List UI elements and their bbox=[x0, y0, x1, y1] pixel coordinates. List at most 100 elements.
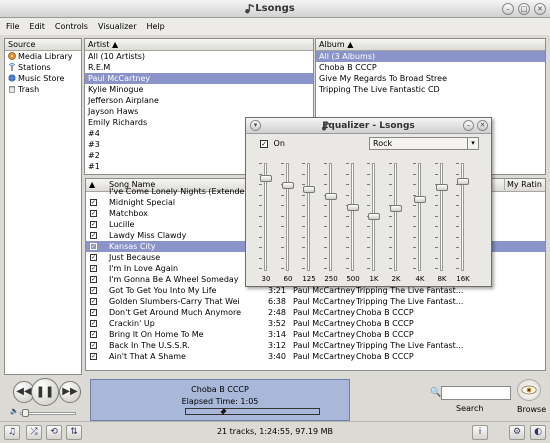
eq-slider-125[interactable] bbox=[302, 163, 316, 271]
table-row[interactable]: ✓ Don't Get Around Much Anymore 2:48 Paul M… bbox=[86, 307, 545, 318]
source-item-media-library[interactable]: Media Library bbox=[5, 51, 81, 62]
equalizer-minimize-button[interactable]: – bbox=[463, 120, 474, 131]
eq-knob[interactable] bbox=[260, 175, 272, 182]
equalizer-close-button[interactable]: ✕ bbox=[477, 120, 488, 131]
source-item-music-store[interactable]: Music Store bbox=[5, 73, 81, 84]
eq-knob[interactable] bbox=[303, 186, 315, 193]
eq-slider-8K[interactable] bbox=[435, 163, 449, 271]
eq-slider-16K[interactable] bbox=[456, 163, 470, 271]
play-pause-button[interactable]: ❚❚ bbox=[31, 378, 59, 406]
eq-knob[interactable] bbox=[457, 178, 469, 185]
eq-tick bbox=[281, 215, 284, 217]
song-checkbox[interactable]: ✓ bbox=[90, 221, 97, 228]
eq-tick bbox=[435, 194, 438, 196]
settings-button[interactable]: ⚙ bbox=[509, 425, 525, 440]
table-row[interactable]: ✓ Crackin' Up 3:52 Paul McCartney Choba B CC… bbox=[86, 318, 545, 329]
eq-slider-30[interactable] bbox=[259, 163, 273, 271]
progress-knob[interactable] bbox=[220, 408, 227, 415]
song-checkbox[interactable]: ✓ bbox=[90, 210, 97, 217]
eq-knob[interactable] bbox=[390, 205, 402, 212]
browse-button[interactable] bbox=[517, 379, 541, 401]
eq-slider-2K[interactable] bbox=[389, 163, 403, 271]
eq-slider-4K[interactable] bbox=[413, 163, 427, 271]
table-row[interactable]: ✓ Back In The U.S.S.R. 3:12 Paul McCartney T… bbox=[86, 340, 545, 351]
song-checkbox[interactable]: ✓ bbox=[90, 342, 97, 349]
song-checkbox[interactable]: ✓ bbox=[90, 254, 97, 261]
menu-file[interactable]: File bbox=[6, 22, 19, 31]
eq-slider-250[interactable] bbox=[324, 163, 338, 271]
song-checkbox[interactable]: ✓ bbox=[90, 287, 97, 294]
eq-knob[interactable] bbox=[368, 213, 380, 220]
eq-tick bbox=[324, 215, 327, 217]
table-row[interactable]: ✓ Golden Slumbers-Carry That Wei 6:38 Paul … bbox=[86, 296, 545, 307]
album-item-selected[interactable]: All (3 Albums) bbox=[316, 51, 545, 62]
artist-item[interactable]: Kylie Minogue bbox=[85, 84, 313, 95]
song-checkbox[interactable]: ✓ bbox=[90, 309, 97, 316]
visualizer-button[interactable]: ◐ bbox=[530, 425, 546, 440]
song-checkbox[interactable]: ✓ bbox=[90, 353, 97, 360]
song-checkbox[interactable]: ✓ bbox=[90, 331, 97, 338]
eq-knob[interactable] bbox=[347, 204, 359, 211]
song-checkbox[interactable]: ✓ bbox=[90, 243, 97, 250]
song-name: Just Because bbox=[109, 253, 161, 262]
progress-bar[interactable] bbox=[185, 408, 320, 415]
eq-slider-60[interactable] bbox=[281, 163, 295, 271]
now-playing-album: Choba B CCCP bbox=[191, 385, 249, 394]
album-item[interactable]: Choba B CCCP bbox=[316, 62, 545, 73]
song-checkbox[interactable]: ✓ bbox=[90, 265, 97, 272]
preset-select[interactable]: Rock ▾ bbox=[369, 137, 479, 150]
source-panel: Source Media Library Stations Music Stor… bbox=[4, 38, 82, 375]
sort-ascending-icon: ▲ bbox=[111, 40, 119, 49]
song-checkbox[interactable]: ✓ bbox=[90, 199, 97, 206]
eq-knob[interactable] bbox=[414, 196, 426, 203]
eq-slider-1K[interactable] bbox=[367, 163, 381, 271]
eq-knob[interactable] bbox=[436, 184, 448, 191]
title-bar: Lsongs – □ ✕ bbox=[0, 0, 550, 18]
song-checkbox[interactable]: ✓ bbox=[90, 298, 97, 305]
next-button[interactable]: ▶▶ bbox=[59, 381, 81, 403]
album-item[interactable]: Give My Regards To Broad Stree bbox=[316, 73, 545, 84]
song-checkbox[interactable]: ✓ bbox=[90, 232, 97, 239]
volume-slider[interactable]: 🔈 bbox=[10, 407, 82, 417]
close-button[interactable]: ✕ bbox=[534, 3, 546, 15]
eq-knob[interactable] bbox=[325, 193, 337, 200]
artist-item[interactable]: Jayson Haws bbox=[85, 106, 313, 117]
eq-tick bbox=[324, 205, 327, 206]
equalizer-on-toggle[interactable]: ✓ On bbox=[260, 139, 285, 148]
artist-header[interactable]: Artist ▲ bbox=[85, 39, 313, 51]
equalizer-on-checkbox[interactable]: ✓ bbox=[260, 140, 268, 148]
eq-band-label: 4K bbox=[415, 275, 425, 283]
eq-track bbox=[351, 163, 354, 271]
artist-item[interactable]: Jefferson Airplane bbox=[85, 95, 313, 106]
menu-controls[interactable]: Controls bbox=[55, 22, 88, 31]
minimize-button[interactable]: – bbox=[502, 3, 514, 15]
menu-help[interactable]: Help bbox=[147, 22, 165, 31]
menu-edit[interactable]: Edit bbox=[29, 22, 45, 31]
info-button[interactable]: i bbox=[472, 425, 488, 440]
table-row[interactable]: ✓ Ain't That A Shame 3:40 Paul McCartney Cho… bbox=[86, 351, 545, 362]
eq-slider-500[interactable] bbox=[346, 163, 360, 271]
maximize-button[interactable]: □ bbox=[518, 3, 530, 15]
equalizer-on-label: On bbox=[273, 139, 285, 148]
song-time: 3:52 bbox=[268, 319, 286, 328]
eq-knob[interactable] bbox=[282, 182, 294, 189]
eq-tick bbox=[413, 226, 416, 227]
search-input[interactable] bbox=[441, 386, 511, 400]
song-checkbox[interactable]: ✓ bbox=[90, 320, 97, 327]
song-checkbox[interactable]: ✓ bbox=[90, 276, 97, 283]
menu-visualizer[interactable]: Visualizer bbox=[98, 22, 137, 31]
source-item-trash[interactable]: Trash bbox=[5, 84, 81, 95]
song-name: I've Come Lonely Nights (Extende bbox=[109, 187, 245, 196]
volume-knob[interactable] bbox=[22, 409, 29, 417]
trash-icon bbox=[9, 86, 15, 93]
album-item[interactable]: Tripping The Live Fantastic CD bbox=[316, 84, 545, 95]
source-header[interactable]: Source bbox=[5, 39, 81, 51]
artist-item[interactable]: All (10 Artists) bbox=[85, 51, 313, 62]
source-item-stations[interactable]: Stations bbox=[5, 62, 81, 73]
album-header[interactable]: Album ▲ bbox=[316, 39, 545, 51]
table-row[interactable]: ✓ Bring It On Home To Me 3:14 Paul McCartne… bbox=[86, 329, 545, 340]
eq-tick bbox=[413, 163, 416, 164]
artist-item-selected[interactable]: Paul McCartney bbox=[85, 73, 313, 84]
artist-item[interactable]: R.E.M bbox=[85, 62, 313, 73]
eq-tick bbox=[302, 205, 305, 206]
